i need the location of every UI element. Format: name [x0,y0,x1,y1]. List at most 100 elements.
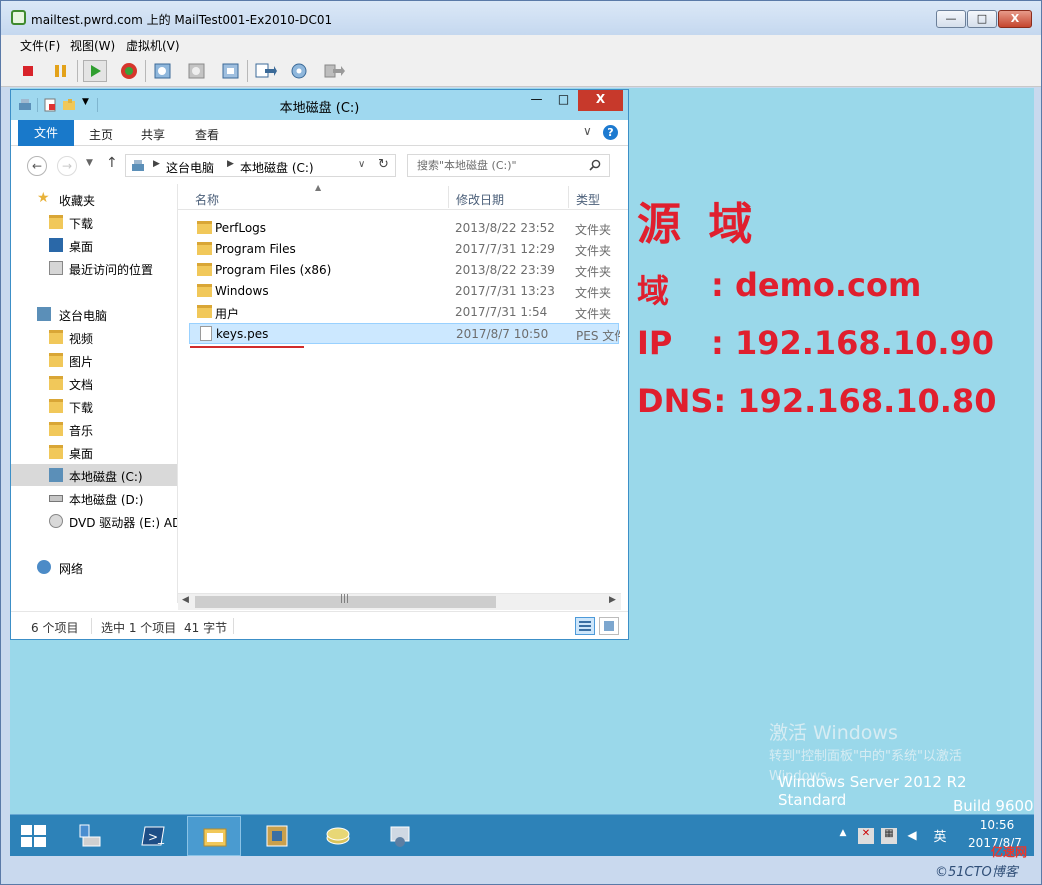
nav-favorites-desktop[interactable]: 桌面 [11,234,177,256]
show-hidden-icons-icon[interactable]: ▲ [835,828,851,844]
file-row[interactable]: 用户 2017/7/31 1:54 文件夹 [189,302,619,323]
vm-minimize-button[interactable]: — [936,10,966,28]
nav-label: 本地磁盘 (D:) [69,493,144,507]
maximize-icon: □ [976,12,988,25]
action-center-icon[interactable]: ✕ [858,828,874,844]
column-type[interactable]: 类型 [576,191,600,208]
nav-this-pc[interactable]: 这台电脑 [11,303,177,325]
search-icon[interactable] [589,159,601,171]
large-icons-view-button[interactable] [599,617,619,635]
file-row[interactable]: Windows 2017/7/31 13:23 文件夹 [189,281,619,302]
volume-muted-icon[interactable]: ◀ [904,828,920,844]
tab-view[interactable]: 查看 [195,126,219,143]
clock-time[interactable]: 10:56 [972,818,1022,832]
taskbar-powershell[interactable]: >_ [126,816,180,856]
connect-button[interactable] [253,60,277,82]
network-tray-icon[interactable]: ▦ [881,828,897,844]
snapshot-manager-button[interactable] [219,60,243,82]
column-divider[interactable] [448,186,449,208]
tab-share[interactable]: 共享 [141,126,165,143]
vm-maximize-button[interactable]: □ [967,10,997,28]
play-button[interactable] [83,60,107,82]
vm-menubar: 文件(F) 视图(W) 虚拟机(V) [1,35,1041,55]
file-row-selected[interactable]: keys.pes 2017/8/7 10:50 PES 文件 [189,323,620,344]
nav-desktop[interactable]: 桌面 [11,441,177,463]
menu-vm[interactable]: 虚拟机(V) [126,37,180,54]
taskbar-file-explorer[interactable] [187,816,241,856]
vm-close-button[interactable]: X [998,10,1032,28]
folder-icon [197,221,212,234]
help-icon[interactable]: ? [603,125,618,140]
tab-home[interactable]: 主页 [89,126,113,143]
nav-favorites-downloads[interactable]: 下载 [11,211,177,233]
address-bar[interactable]: ▶ 这台电脑 ▶ 本地磁盘 (C:) ∨ ↻ [125,154,396,177]
refresh-icon[interactable]: ↻ [378,157,389,172]
nav-favorites[interactable]: ★ 收藏夹 [11,188,177,210]
revert-button[interactable] [185,60,209,82]
scroll-right-icon[interactable]: ▶ [609,595,616,605]
guest-desktop: ▼ 本地磁盘 (C:) — □ X 文件 主页 共享 查看 ∨ ? ← → ▼ … [10,88,1034,856]
nav-downloads[interactable]: 下载 [11,395,177,417]
nav-documents[interactable]: 文档 [11,372,177,394]
menu-file[interactable]: 文件(F) [20,37,60,54]
folder-icon [197,305,212,318]
site-watermark: ©51CTO博客 [935,865,1018,880]
nav-videos[interactable]: 视频 [11,326,177,348]
breadcrumb-chevron-icon[interactable]: ▶ [227,159,234,169]
input-language[interactable]: 英 [932,826,948,845]
desktop-folder-icon [49,445,63,459]
explorer-minimize-button[interactable]: — [523,90,550,111]
nav-pictures[interactable]: 图片 [11,349,177,371]
search-input[interactable] [408,155,588,176]
back-button[interactable]: ← [27,156,47,176]
reset-button[interactable] [117,60,141,82]
status-item-count: 6 个项目 [31,621,79,635]
nav-local-disk-d[interactable]: 本地磁盘 (D:) [11,487,177,509]
details-view-button[interactable] [575,617,595,635]
horizontal-scrollbar[interactable]: ◀ ||| ▶ [178,593,621,610]
snapshot-button[interactable] [151,60,175,82]
address-dropdown-icon[interactable]: ∨ [358,159,365,170]
tools-button[interactable] [321,60,345,82]
nav-favorites-recent[interactable]: 最近访问的位置 [11,257,177,279]
menu-view[interactable]: 视图(W) [70,37,115,54]
up-arrow-icon[interactable]: ↑ [106,155,118,171]
start-button[interactable] [10,815,58,856]
nav-label: 网络 [59,562,84,576]
scrollbar-grip-icon: ||| [340,594,350,604]
nav-dvd-drive[interactable]: DVD 驱动器 (E:) AD [11,510,177,532]
forward-button[interactable]: → [57,156,77,176]
column-divider[interactable] [568,186,569,208]
explorer-close-button[interactable]: X [578,90,623,111]
explorer-titlebar: ▼ 本地磁盘 (C:) — □ X [11,90,628,120]
stop-button[interactable] [16,60,40,82]
file-date: 2013/8/22 23:39 [455,263,555,277]
file-row[interactable]: PerfLogs 2013/8/22 23:52 文件夹 [189,218,619,239]
breadcrumb-local-disk-c[interactable]: 本地磁盘 (C:) [240,159,314,176]
taskbar-server-manager[interactable] [63,816,117,856]
tab-file[interactable]: 文件 [18,120,74,146]
explorer-maximize-button[interactable]: □ [550,90,577,111]
snapshot-manager-icon [222,63,239,79]
nav-network[interactable]: 网络 [11,556,177,578]
column-date[interactable]: 修改日期 [456,191,504,208]
breadcrumb-chevron-icon[interactable]: ▶ [153,159,160,169]
taskbar-setup[interactable] [373,816,427,856]
file-row[interactable]: Program Files 2017/7/31 12:29 文件夹 [189,239,619,260]
column-name[interactable]: 名称 [195,191,219,208]
vm-window-title: mailtest.pwrd.com 上的 MailTest001-Ex2010-… [31,13,333,27]
taskbar-ad-tool[interactable] [250,816,304,856]
annotation-ip-label: IP [637,324,673,362]
recent-locations-icon[interactable]: ▼ [86,158,93,168]
scroll-left-icon[interactable]: ◀ [182,595,189,605]
settings-button[interactable] [287,60,311,82]
taskbar-dns[interactable] [311,816,365,856]
breadcrumb-this-pc[interactable]: 这台电脑 [166,159,214,176]
pause-button[interactable] [49,60,73,82]
nav-music[interactable]: 音乐 [11,418,177,440]
details-view-icon [579,621,591,631]
nav-local-disk-c[interactable]: 本地磁盘 (C:) [11,464,177,486]
file-row[interactable]: Program Files (x86) 2013/8/22 23:39 文件夹 [189,260,619,281]
ribbon-expand-icon[interactable]: ∨ [583,124,592,138]
file-type: 文件夹 [575,286,612,300]
